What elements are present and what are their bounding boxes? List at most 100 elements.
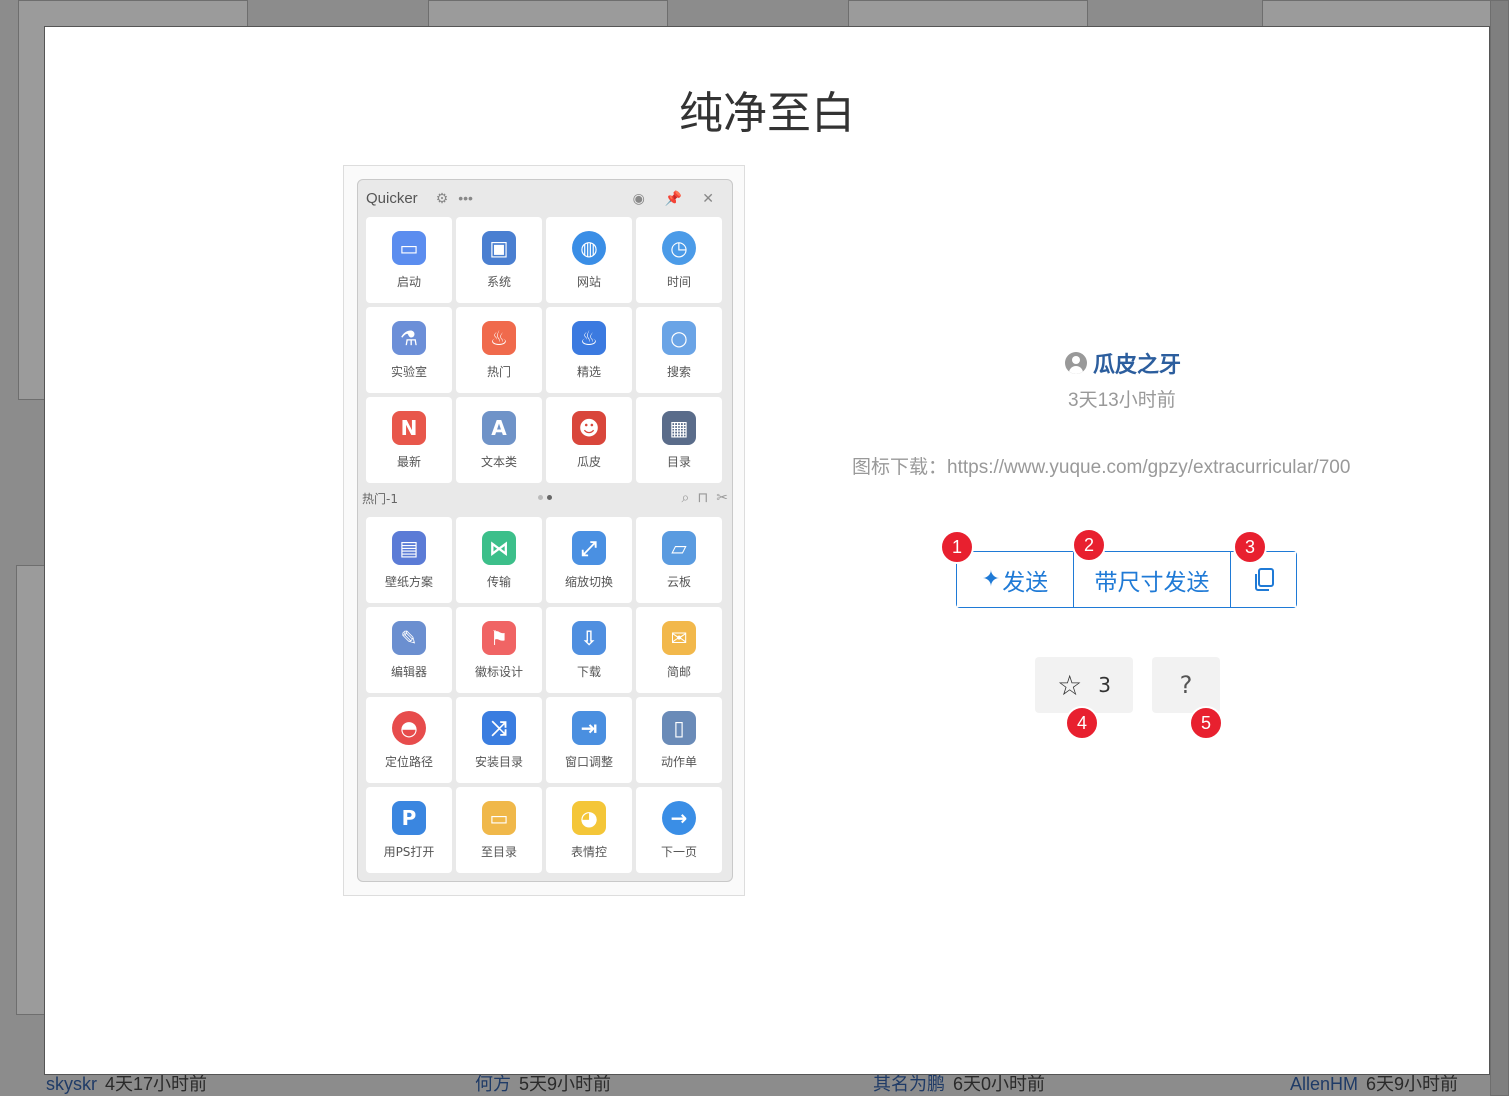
quicker-action-cell: ⚗ 实验室 (366, 307, 452, 393)
send-button[interactable]: ✦ 发送 (957, 552, 1073, 607)
magic-wand-icon: ✦ (981, 567, 1001, 592)
search-icon: ⌕ (681, 490, 690, 506)
help-button[interactable]: ? (1152, 657, 1220, 713)
quicker-action-cell: ⤢ 缩放切换 (546, 517, 632, 603)
quicker-action-label: 传输 (486, 574, 511, 589)
preview-image: Quicker ⚙ ••• ◉ 📌 ✕ ▭ 启动 ▣ 系统 ◍ 网站 ◷ 时间 ⚗ 实验室 ♨ 热门 ♨… (343, 165, 745, 896)
quicker-action-cell: ♨ 热门 (456, 307, 542, 393)
quicker-action-cell: ◕ 表情控 (546, 787, 632, 873)
quicker-action-label: 编辑器 (390, 664, 427, 679)
quicker-action-label: 精选 (576, 364, 601, 379)
computer-icon: ▣ (482, 230, 516, 265)
mail-icon: ✉ (662, 620, 696, 655)
scroll-icon: ▯ (662, 710, 696, 745)
quicker-action-label: 瓜皮 (576, 454, 601, 469)
quicker-action-label: 搜索 (666, 364, 691, 379)
flag-icon: ⚑ (482, 620, 516, 655)
favorite-button[interactable]: ☆ 3 (1035, 657, 1133, 713)
quicker-action-label: 实验室 (390, 364, 427, 379)
notepad-icon: ✎ (392, 620, 426, 655)
quicker-action-label: 下载 (576, 664, 601, 679)
quicker-action-cell: ▯ 动作单 (636, 697, 722, 783)
quicker-action-cell: ⇥ 窗口调整 (546, 697, 632, 783)
quicker-top-grid: ▭ 启动 ▣ 系统 ◍ 网站 ◷ 时间 ⚗ 实验室 ♨ 热门 ♨ 精选 ○ 搜索 N 最新 A 文本类 ☻ 瓜皮 ▦ 目录 (366, 217, 724, 483)
quicker-action-label: 用PS打开 (383, 844, 435, 859)
quicker-action-cell: ▭ 启动 (366, 217, 452, 303)
quicker-action-cell: ⋈ 传输 (456, 517, 542, 603)
star-icon: ☆ (1057, 668, 1083, 702)
quicker-action-cell: ○ 搜索 (636, 307, 722, 393)
quicker-action-cell: ▤ 壁纸方案 (366, 517, 452, 603)
quicker-action-cell: ▦ 目录 (636, 397, 722, 483)
annotation-badge: 1 (940, 530, 974, 564)
quicker-action-label: 定位路径 (384, 754, 433, 769)
grid-icon: ▦ (662, 410, 696, 445)
author[interactable]: 瓜皮之牙 (1065, 347, 1181, 379)
quicker-action-label: 动作单 (660, 754, 697, 769)
tools-icon: ✂ (716, 490, 728, 506)
quicker-action-cell: ▭ 至目录 (456, 787, 542, 873)
display-icon: ▭ (482, 800, 516, 835)
modal-title: 纯净至白 (679, 88, 855, 139)
quicker-panel: Quicker ⚙ ••• ◉ 📌 ✕ ▭ 启动 ▣ 系统 ◍ 网站 ◷ 时间 ⚗ 实验室 ♨ 热门 ♨… (357, 179, 733, 882)
quicker-action-cell: → 下一页 (636, 787, 722, 873)
quicker-action-label: 壁纸方案 (384, 574, 433, 589)
background-card (1490, 0, 1509, 1096)
description: 图标下载：https://www.yuque.com/gpzy/extracur… (852, 457, 1351, 478)
layout-icon: ▤ (392, 530, 426, 565)
quicker-action-cell: P 用PS打开 (366, 787, 452, 873)
action-detail-modal: 纯净至白 Quicker ⚙ ••• ◉ 📌 ✕ ▭ 启动 ▣ 系统 ◍ 网站 ◷ 时间 ⚗ 实验… (44, 26, 1490, 1075)
annotation-badge: 5 (1189, 706, 1223, 740)
shuffle-icon: ⤨ (482, 710, 516, 745)
page-dots (538, 495, 552, 500)
quicker-action-cell: ⚑ 徽标设计 (456, 607, 542, 693)
question-icon: ? (1179, 671, 1193, 699)
send-with-size-label: 带尺寸发送 (1094, 569, 1210, 596)
quicker-action-label: 安装目录 (474, 754, 523, 769)
quicker-action-label: 云板 (666, 574, 691, 589)
magnifier-icon: ○ (662, 320, 696, 355)
fire-icon: ♨ (482, 320, 516, 355)
copy-icon (1254, 567, 1274, 591)
quicker-action-cell: ◷ 时间 (636, 217, 722, 303)
pikachu-icon: ◕ (572, 800, 606, 835)
quicker-action-label: 徽标设计 (474, 664, 523, 679)
send-with-size-button[interactable]: 带尺寸发送 (1073, 552, 1230, 607)
quicker-action-label: 网站 (576, 274, 601, 289)
annotation-badge: 4 (1065, 706, 1099, 740)
arrow-right-icon: → (662, 800, 696, 835)
quicker-action-label: 表情控 (570, 844, 607, 859)
resize-icon: ⤢ (572, 530, 606, 565)
quicker-action-label: 最新 (396, 454, 421, 469)
close-icon: ✕ (702, 189, 714, 206)
quicker-action-cell: ◍ 网站 (546, 217, 632, 303)
annotation-badge: 2 (1072, 528, 1106, 562)
gear-icon: ⚙ (435, 189, 449, 206)
user-avatar-icon (1065, 352, 1087, 374)
pokeball-icon: ◓ (392, 710, 426, 745)
quicker-page-bar: 热门-1 ⌕ ⊓ ✂ (362, 487, 728, 509)
quicker-action-label: 简邮 (666, 664, 691, 679)
quicker-action-label: 系统 (486, 274, 511, 289)
quicker-action-label: 下一页 (660, 844, 697, 859)
quicker-action-cell: N 最新 (366, 397, 452, 483)
quicker-action-cell: A 文本类 (456, 397, 542, 483)
blue-fire-icon: ♨ (572, 320, 606, 355)
user-icon: ◉ (632, 189, 645, 206)
annotation-badge: 3 (1233, 530, 1267, 564)
page-dot (547, 495, 552, 500)
quicker-action-label: 至目录 (480, 844, 517, 859)
quicker-action-cell: ▱ 云板 (636, 517, 722, 603)
new-sign-icon: N (392, 410, 426, 445)
posted-time: 3天13小时前 (1068, 390, 1176, 411)
lock-icon: ⊓ (697, 490, 709, 506)
quicker-action-label: 窗口调整 (564, 754, 613, 769)
monitor-plant-icon: ▭ (392, 230, 426, 265)
flask-icon: ⚗ (392, 320, 426, 355)
presenter-icon: ▱ (662, 530, 696, 565)
window-arrow-icon: ⇥ (572, 710, 606, 745)
clock-icon: ◷ (662, 230, 696, 265)
quicker-action-cell: ⤨ 安装目录 (456, 697, 542, 783)
author-name[interactable]: 瓜皮之牙 (1093, 347, 1181, 379)
quicker-action-cell: ▣ 系统 (456, 217, 542, 303)
